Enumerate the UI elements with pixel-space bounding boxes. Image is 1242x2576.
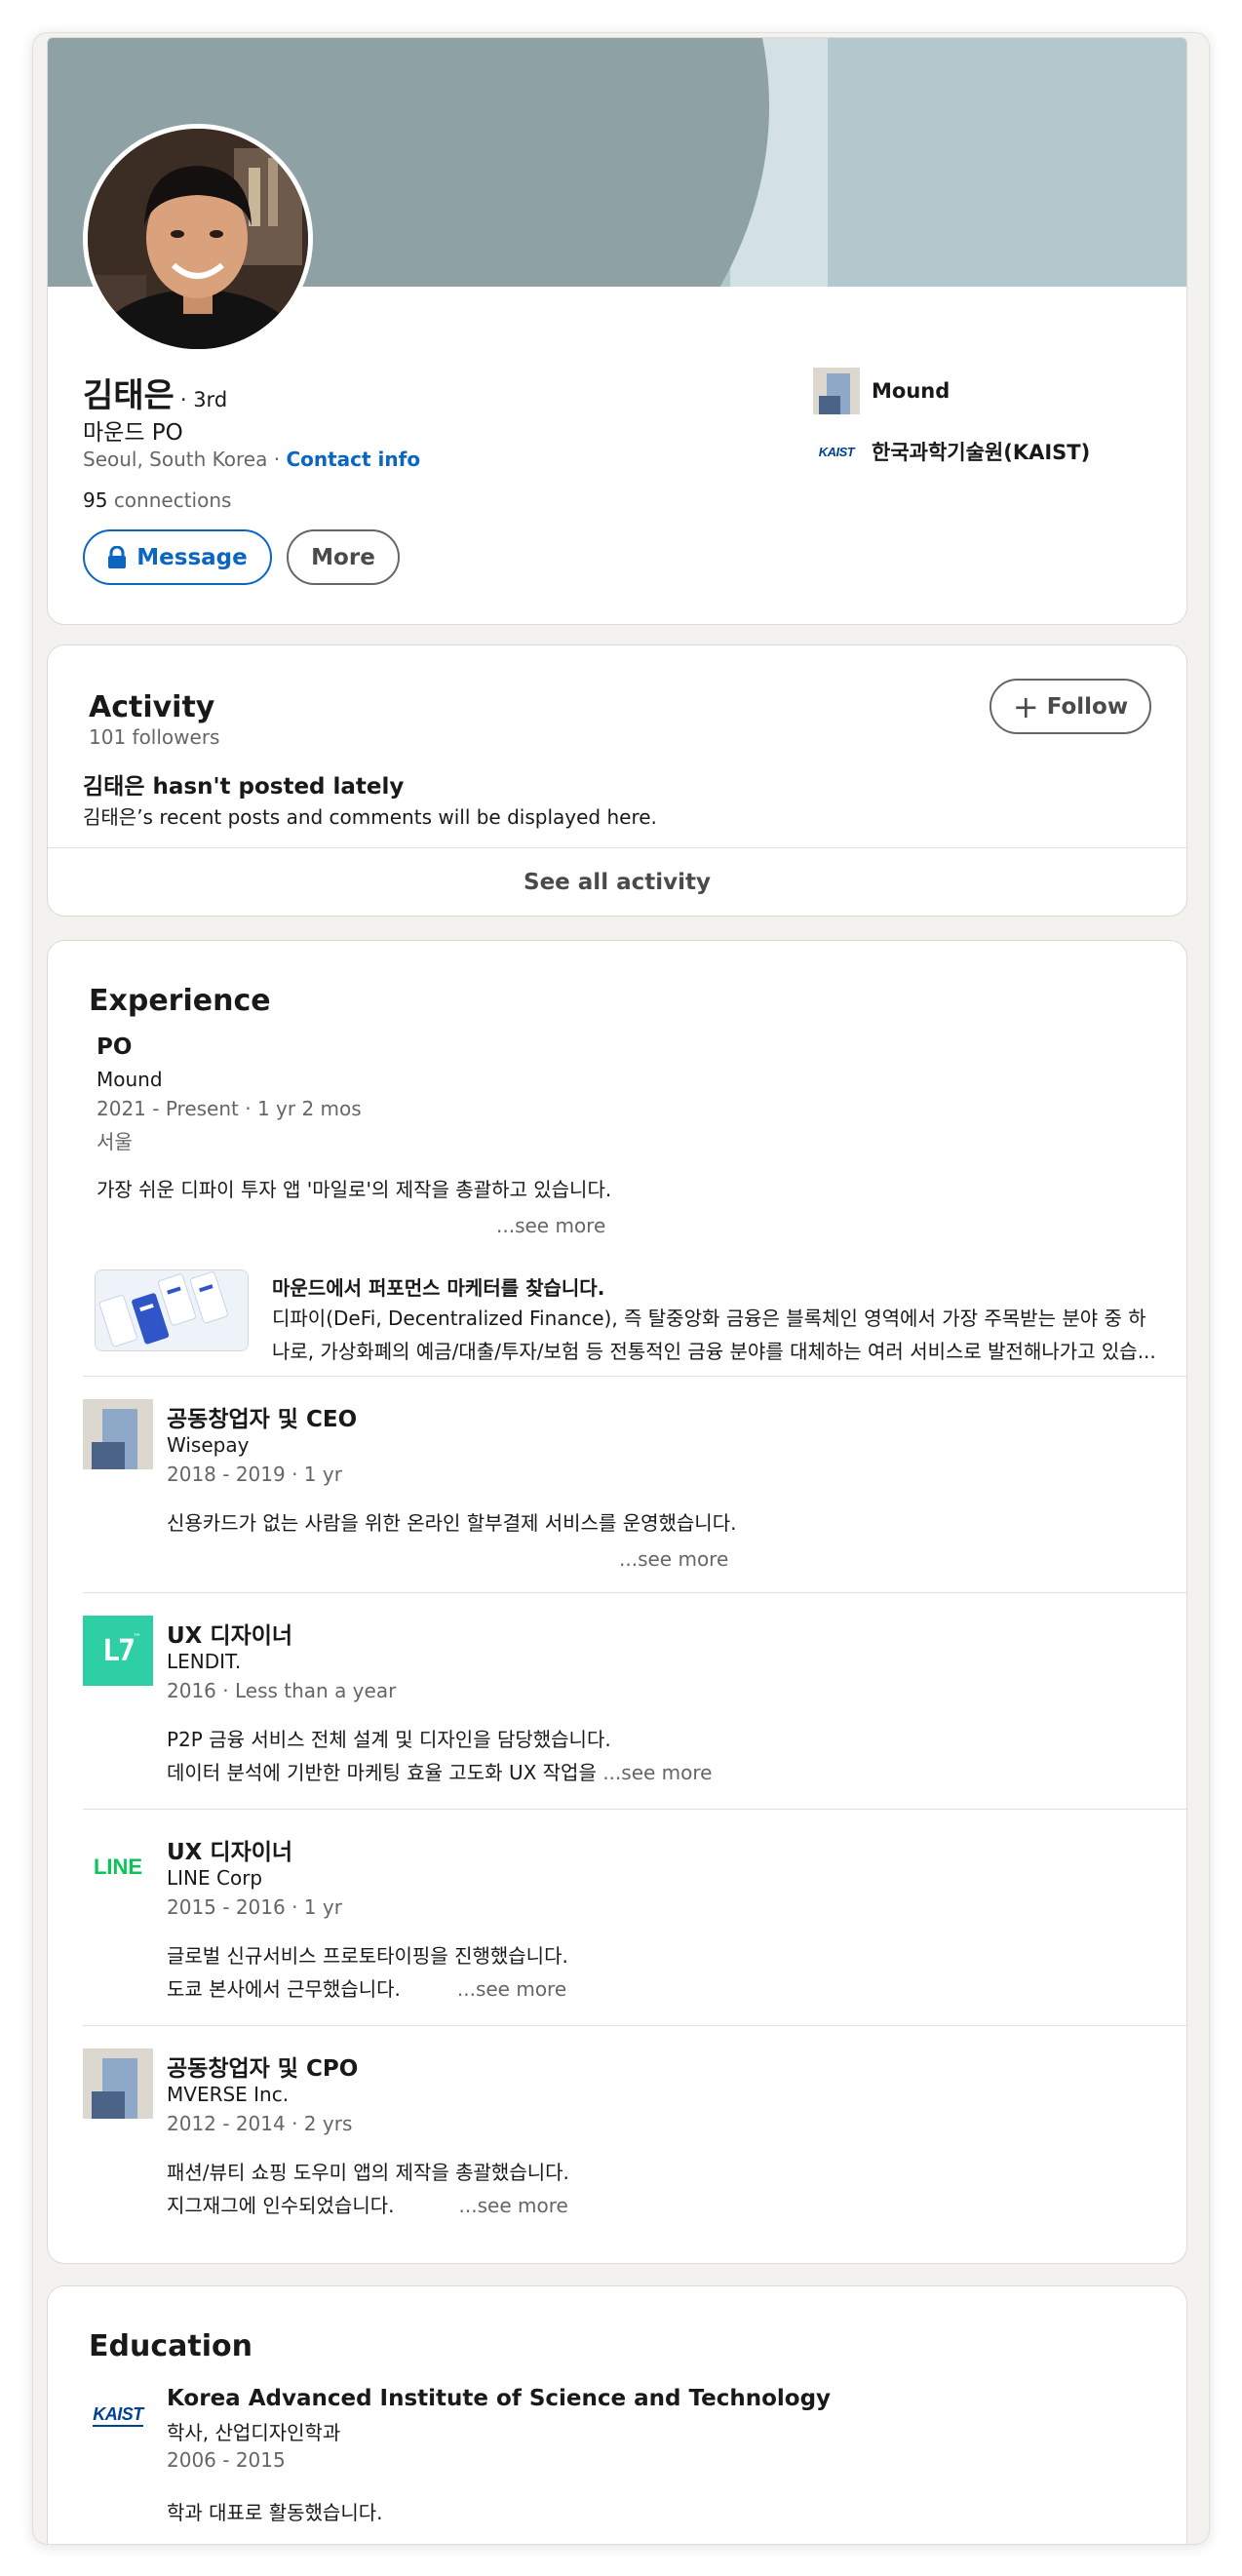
connection-degree: · 3rd [179,388,228,411]
current-company-name: Mound [872,379,951,403]
avatar[interactable] [83,124,313,354]
company-name: Wisepay [167,1433,250,1457]
job-title: UX 디자이너 [167,1840,293,1865]
job-dates: 2021 - Present · 1 yr 2 mos [97,1097,362,1120]
connections-number: 95 [83,488,108,512]
follow-button-label: Follow [1046,693,1129,720]
company-name: Mound [97,1068,163,1091]
see-more-link[interactable]: ...see more [459,2194,568,2217]
job-description-line: 데이터 분석에 기반한 마케팅 효율 고도화 UX 작업을 ...see mor… [167,1761,713,1784]
education-short-name: 한국과학기술원(KAIST) [872,441,1091,464]
activity-empty-desc: 김태은’s recent posts and comments will be … [83,805,657,829]
media-description: 디파이(DeFi, Decentralized Finance), 즉 탈중앙화… [272,1302,1169,1368]
job-description-line: 지그재그에 인수되었습니다. ...see more [167,2194,568,2217]
job-description-line: 글로벌 신규서비스 프로토타이핑을 진행했습니다. [167,1944,568,1968]
divider [83,1376,1186,1377]
mverse-logo-icon [83,2049,153,2119]
job-description-line: 도쿄 본사에서 근무했습니다. ...see more [167,1977,567,2001]
education-card: Education KAIST Korea Advanced Institute… [47,2285,1187,2544]
plus-icon: + [1012,687,1039,725]
profile-location: Seoul, South Korea · [83,448,281,471]
line-logo-icon: LINE [83,1832,153,1902]
activity-title: Activity [89,690,215,724]
see-more-link[interactable]: ...see more [457,1977,566,2001]
job-dates: 2015 - 2016 · 1 yr [167,1895,342,1919]
more-button[interactable]: More [287,529,400,585]
company-name: LENDIT. [167,1650,242,1673]
media-description-line: 나로, 가상화폐의 예금/대출/투자/보험 등 전통적인 금융 분야를 대체하는… [272,1340,1156,1363]
media-description-line: 디파이(DeFi, Decentralized Finance), 즉 탈중앙화… [272,1307,1146,1330]
media-thumbnail[interactable] [95,1269,249,1351]
job-dates: 2016 · Less than a year [167,1679,397,1702]
job-description: 패션/뷰티 쇼핑 도우미 앱의 제작을 총괄했습니다. 지그재그에 인수되었습니… [167,2156,569,2222]
more-button-label: More [311,544,375,570]
see-all-activity-button[interactable]: See all activity [48,847,1186,916]
connections-count: 95 connections [83,488,231,512]
kaist-logo-icon: KAIST [818,444,855,459]
job-title: 공동창업자 및 CEO [167,1407,358,1432]
job-title: 공동창업자 및 CPO [167,2056,359,2082]
location-row: Seoul, South Korea · Contact info [83,448,420,471]
job-description-line: 패션/뷰티 쇼핑 도우미 앱의 제작을 총괄했습니다. [167,2161,569,2184]
profile-page: 김태은 · 3rd 마운드 PO Seoul, South Korea · Co… [33,33,1209,2544]
message-button-label: Message [136,544,248,570]
profile-top-card: 김태은 · 3rd 마운드 PO Seoul, South Korea · Co… [47,37,1187,625]
connections-label: connections [113,488,232,512]
profile-name: 김태은 [83,376,175,415]
profile-headline: 마운드 PO [83,420,183,446]
see-more-link[interactable]: ...see more [619,1547,728,1571]
job-description: P2P 금융 서비스 전체 설계 및 디자인을 담당했습니다. 데이터 분석에 … [167,1723,712,1789]
job-dates: 2012 - 2014 · 2 yrs [167,2112,353,2135]
activity-card: Activity 101 followers + Follow 김태은 hasn… [47,644,1187,917]
job-description: 신용카드가 없는 사람을 위한 온라인 할부결제 서비스를 운영했습니다. [167,1511,737,1535]
lock-icon [108,545,127,568]
wisepay-logo-icon [83,1399,153,1469]
message-button[interactable]: Message [83,529,272,585]
education-short-link[interactable]: KAIST 한국과학기술원(KAIST) [813,428,1090,475]
activity-empty-title: 김태은 hasn't posted lately [83,774,405,800]
job-dates: 2018 - 2019 · 1 yr [167,1463,342,1486]
company-name: MVERSE Inc. [167,2083,290,2106]
school-name[interactable]: Korea Advanced Institute of Science and … [167,2386,831,2411]
mound-logo-icon [813,368,860,414]
name-row: 김태은 · 3rd [83,369,227,416]
experience-card: Experience PO Mound 2021 - Present · 1 y… [47,940,1187,2264]
job-location: 서울 [97,1130,133,1153]
divider [83,1809,1186,1810]
see-more-link[interactable]: ...see more [602,1761,712,1784]
job-title: UX 디자이너 [167,1623,293,1649]
education-title: Education [89,2329,252,2363]
degree-field: 학사, 산업디자인학과 [167,2421,341,2444]
experience-title: Experience [89,984,271,1018]
job-description-line: P2P 금융 서비스 전체 설계 및 디자인을 담당했습니다. [167,1728,611,1751]
job-title: PO [97,1034,133,1060]
followers-count: 101 followers [89,725,220,749]
media-title[interactable]: 마운드에서 퍼포먼스 마케터를 찾습니다. [272,1272,604,1301]
education-description: 학과 대표로 활동했습니다. [167,2501,383,2524]
current-company-link[interactable]: Mound [813,368,950,414]
company-name: LINE Corp [167,1866,263,1890]
job-description: 가장 쉬운 디파이 투자 앱 '마일로'의 제작을 총괄하고 있습니다. [97,1178,612,1201]
contact-info-link[interactable]: Contact info [286,448,420,471]
divider [83,2025,1186,2026]
see-more-link[interactable]: ...see more [496,1214,605,1237]
job-description: 글로벌 신규서비스 프로토타이핑을 진행했습니다. 도쿄 본사에서 근무했습니다… [167,1939,568,2006]
lendit-logo-icon: L7 ™ [83,1616,153,1686]
kaist-logo-icon: KAIST [83,2380,153,2450]
divider [83,1592,1186,1593]
follow-button[interactable]: + Follow [990,679,1151,734]
education-dates: 2006 - 2015 [167,2448,286,2472]
